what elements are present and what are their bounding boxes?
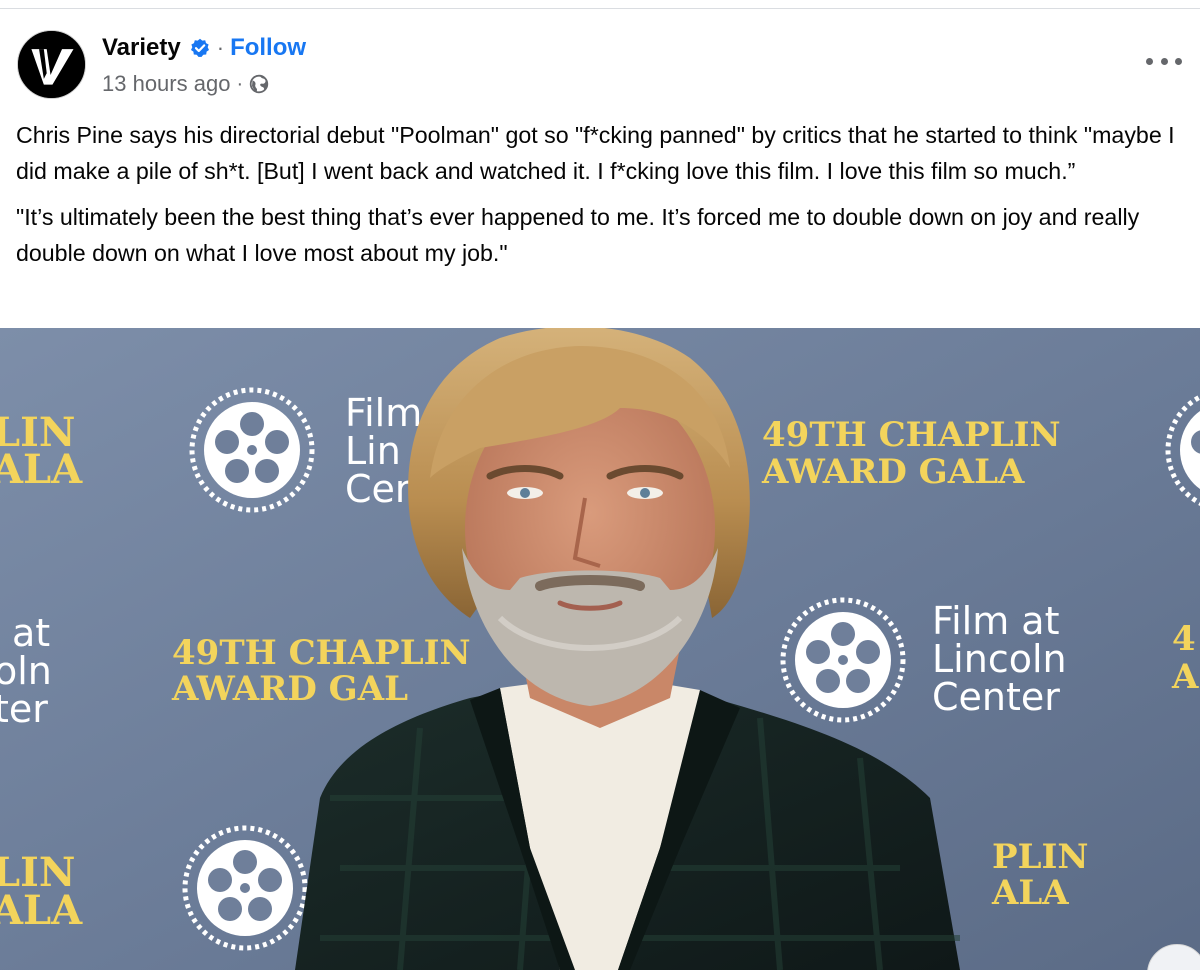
backdrop-text: Center xyxy=(932,675,1060,719)
backdrop-text: ter xyxy=(0,687,48,731)
backdrop-text: PLIN xyxy=(992,837,1088,877)
backdrop-text: 49TH CHAPLIN xyxy=(172,633,471,673)
page-name[interactable]: Variety xyxy=(102,34,181,62)
dot-icon xyxy=(1160,57,1168,65)
backdrop-text: 49TH CHAPLIN xyxy=(762,415,1061,455)
backdrop-text: AWARD GALA xyxy=(761,452,1025,492)
photo-canvas: LIN ALA LIN ALA Film Lin Cer at oln ter … xyxy=(0,328,1200,970)
backdrop-text: 4 xyxy=(1172,619,1196,659)
dot-icon xyxy=(1146,57,1153,65)
post-paragraph: Chris Pine says his directorial debut "P… xyxy=(16,122,1175,184)
meta-separator: · xyxy=(236,72,244,95)
backdrop-text: ALA xyxy=(0,446,83,493)
variety-logo-icon xyxy=(18,31,85,98)
post-paragraph: "It’s ultimately been the best thing tha… xyxy=(16,204,1140,266)
globe-icon[interactable] xyxy=(249,74,269,94)
post-photo[interactable]: LIN ALA LIN ALA Film Lin Cer at oln ter … xyxy=(0,328,1200,970)
more-options-button[interactable] xyxy=(1146,51,1182,71)
dot-icon xyxy=(1175,57,1182,65)
backdrop-text: Cer xyxy=(345,467,411,511)
post-meta: 13 hours ago · xyxy=(102,70,269,98)
name-row: Variety · Follow xyxy=(102,33,306,63)
backdrop-text: ALA xyxy=(0,887,83,934)
post-text: Chris Pine says his directorial debut "P… xyxy=(16,117,1192,281)
backdrop-text: ALA xyxy=(991,873,1069,913)
post-timestamp[interactable]: 13 hours ago xyxy=(102,71,230,97)
post-header: Variety · Follow 13 hours ago · xyxy=(0,0,1200,112)
page-avatar[interactable] xyxy=(17,30,86,99)
backdrop-text: AWARD GAL xyxy=(171,669,408,709)
verified-badge-icon xyxy=(190,38,210,58)
follow-button[interactable]: Follow xyxy=(230,34,306,62)
name-separator: · xyxy=(216,35,225,60)
backdrop-text: A xyxy=(1171,657,1199,697)
